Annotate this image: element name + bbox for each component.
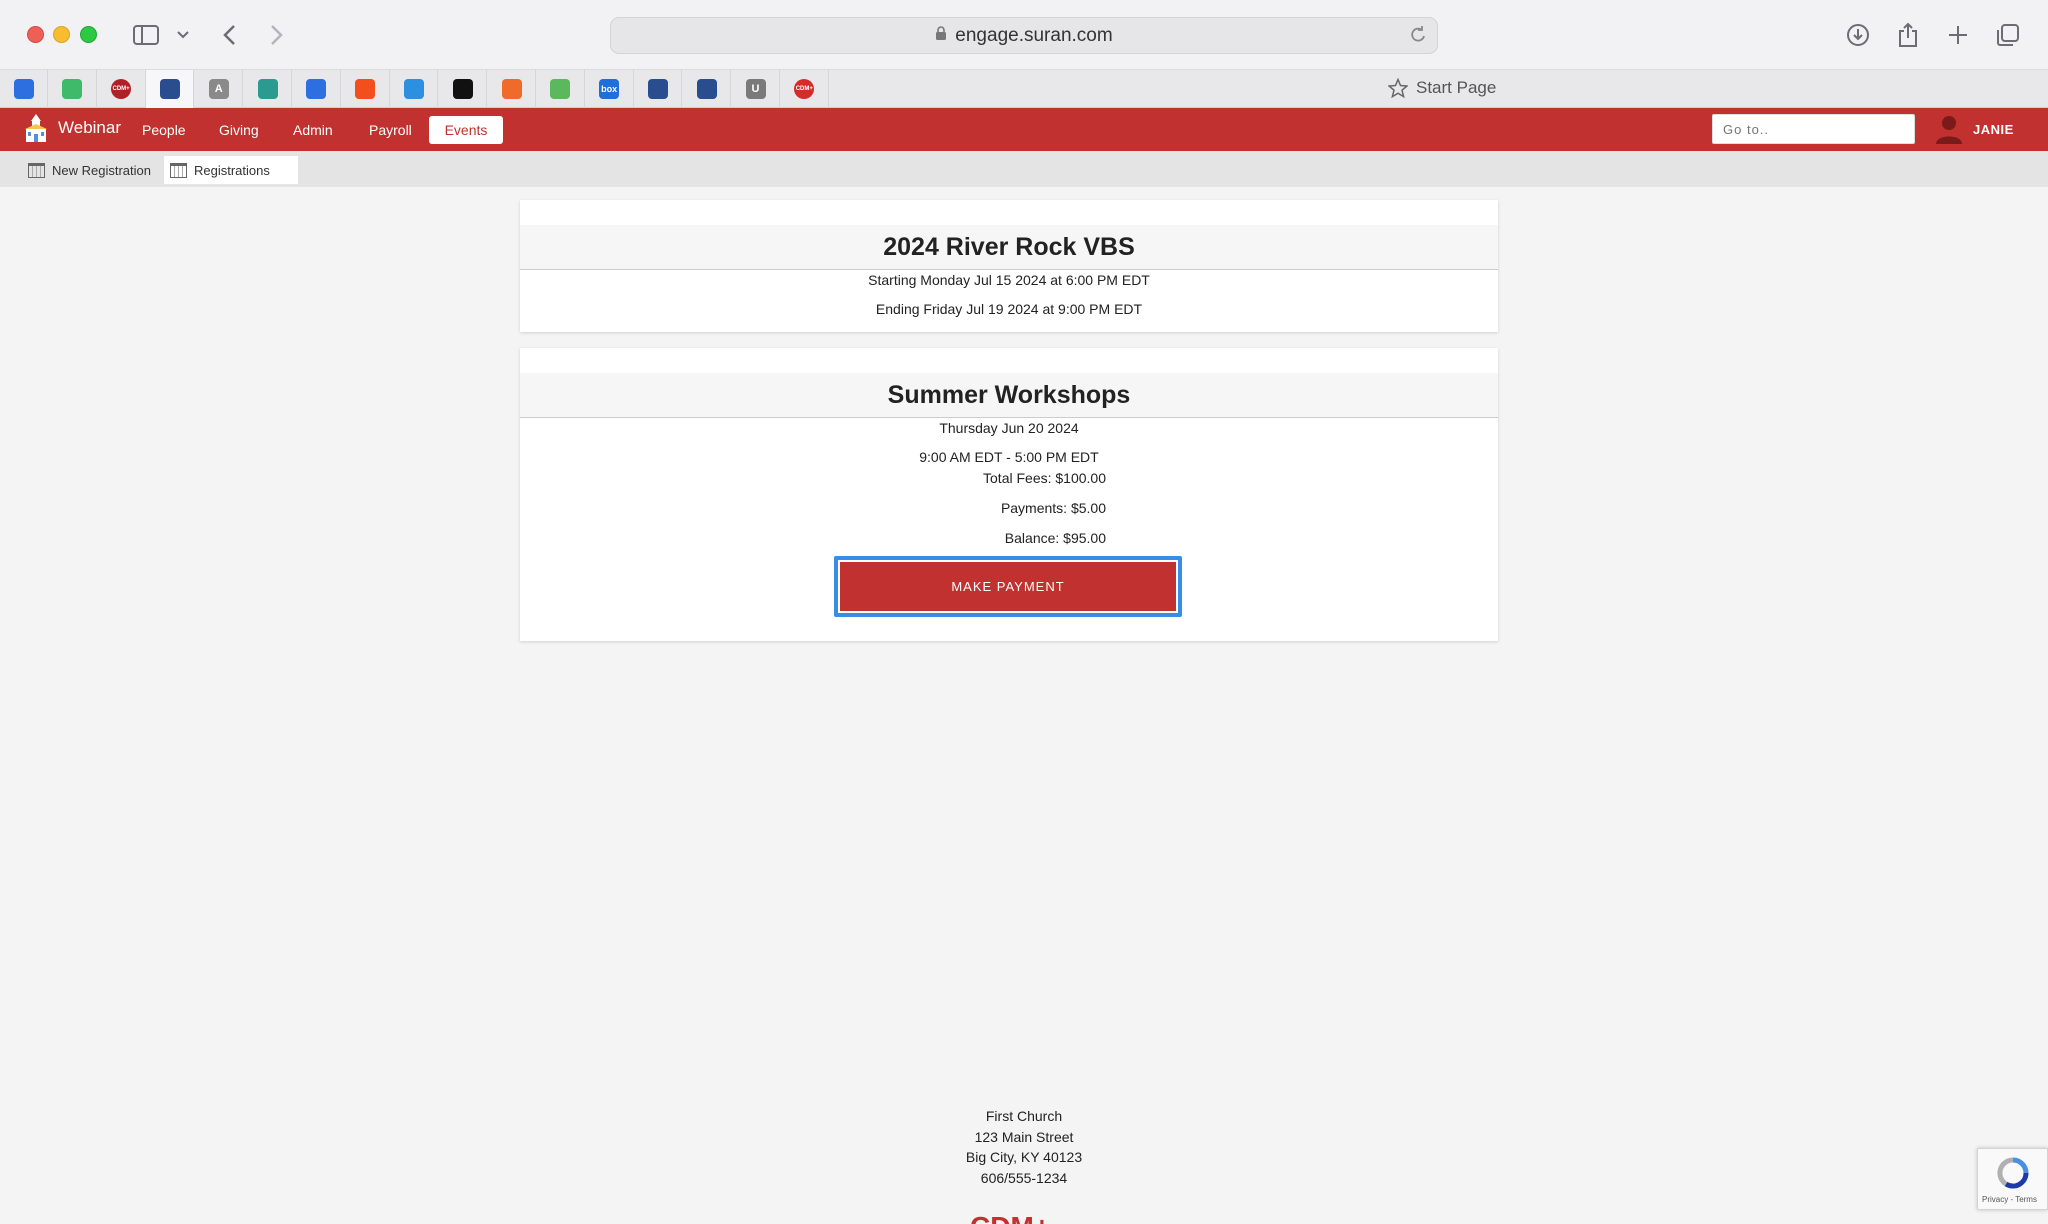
people-icon xyxy=(647,79,668,99)
nav-admin[interactable]: Admin xyxy=(281,116,345,144)
pinned-tab[interactable] xyxy=(342,70,390,108)
user-menu[interactable]: JANIE xyxy=(1935,114,2014,144)
goto-search-input[interactable] xyxy=(1712,114,1915,144)
calendar-icon xyxy=(28,162,45,178)
church-street: 123 Main Street xyxy=(974,1128,1074,1145)
address-bar[interactable]: engage.suran.com xyxy=(610,17,1438,54)
star-icon xyxy=(1388,78,1408,98)
registrations-link[interactable]: Registrations xyxy=(164,156,298,184)
event-date: Thursday Jun 20 2024 xyxy=(939,420,1079,436)
event-title: 2024 River Rock VBS xyxy=(520,225,1498,270)
sheets-icon xyxy=(62,79,83,99)
new-registration-label: New Registration xyxy=(52,162,151,178)
church-name: First Church xyxy=(985,1108,1063,1124)
recaptcha-links[interactable]: Privacy - Terms xyxy=(1982,1195,2037,1204)
nav-people[interactable]: People xyxy=(130,116,198,144)
make-payment-button[interactable]: MAKE PAYMENT xyxy=(834,556,1182,617)
cdm-icon: CDM+ xyxy=(794,79,815,99)
pinned-tabs-bar: CDM+ Abox U CDM+ Start Page xyxy=(0,70,2048,108)
brand-name: Webinar xyxy=(58,118,121,137)
start-page-label: Start Page xyxy=(1416,78,1497,97)
pinned-tab[interactable] xyxy=(293,70,341,108)
event-title: Summer Workshops xyxy=(520,373,1498,418)
cdm-icon: CDM+ xyxy=(111,79,132,99)
start-page-tab[interactable]: Start Page xyxy=(1388,78,1496,98)
sidebar-toggle-icon[interactable] xyxy=(130,20,162,50)
people-icon xyxy=(696,79,717,99)
browser-titlebar: engage.suran.com xyxy=(0,0,2048,70)
pinned-tab[interactable] xyxy=(49,70,97,108)
pinned-tab[interactable] xyxy=(0,70,48,108)
calendar-icon xyxy=(170,162,187,178)
url-text: engage.suran.com xyxy=(955,24,1113,46)
sub-nav-bar: New Registration Registrations xyxy=(0,151,2048,187)
pinned-tab[interactable] xyxy=(439,70,488,108)
new-tab-icon[interactable] xyxy=(1943,20,1973,50)
recaptcha-icon xyxy=(1997,1157,2029,1189)
recaptcha-badge[interactable]: Privacy - Terms xyxy=(1977,1148,2048,1210)
app-nav-bar: Webinar People Giving Admin Payroll Even… xyxy=(0,108,2048,151)
pinned-tab[interactable] xyxy=(390,70,439,108)
event-end: Ending Friday Jul 19 2024 at 9:00 PM EDT xyxy=(875,301,1143,317)
nav-events[interactable]: Events xyxy=(429,116,503,144)
nav-giving[interactable]: Giving xyxy=(207,116,271,144)
share-icon[interactable] xyxy=(1893,20,1923,50)
minimize-window-button[interactable] xyxy=(53,26,70,43)
box-icon: box xyxy=(599,79,620,99)
new-registration-link[interactable]: New Registration xyxy=(22,156,161,184)
pinned-tab[interactable] xyxy=(634,70,683,108)
reload-icon[interactable] xyxy=(1409,25,1427,51)
a-letter-icon: A xyxy=(208,79,229,99)
user-avatar-icon xyxy=(1936,116,1962,144)
cdm-logo: CDM+ xyxy=(970,1212,1070,1224)
pinned-tab[interactable]: CDM+ xyxy=(781,70,829,108)
lock-icon xyxy=(935,26,947,45)
church-city: Big City, KY 40123 xyxy=(965,1149,1083,1165)
event-start: Starting Monday Jul 15 2024 at 6:00 PM E… xyxy=(868,272,1150,288)
figma-icon xyxy=(355,79,376,99)
registrations-label: Registrations xyxy=(194,162,270,178)
event-time: 9:00 AM EDT - 5:00 PM EDT xyxy=(919,449,1099,465)
tab-overview-icon[interactable] xyxy=(1993,20,2023,50)
pinned-tab[interactable]: U xyxy=(732,70,780,108)
pinned-tab[interactable] xyxy=(244,70,292,108)
download-icon[interactable] xyxy=(1843,20,1873,50)
stripes-icon xyxy=(550,79,571,99)
pinned-tab[interactable] xyxy=(537,70,585,108)
balance: Balance: $95.00 xyxy=(1004,530,1106,546)
u-letter-icon: U xyxy=(745,79,766,99)
payments: Payments: $5.00 xyxy=(1000,500,1106,516)
church-phone: 606/555-1234 xyxy=(980,1169,1068,1186)
nav-payroll[interactable]: Payroll xyxy=(357,116,424,144)
chevron-down-icon[interactable] xyxy=(174,20,192,50)
jira-icon xyxy=(13,79,34,99)
pinned-tab[interactable]: A xyxy=(195,70,244,108)
pinned-tab[interactable] xyxy=(488,70,536,108)
pinned-tab[interactable] xyxy=(683,70,732,108)
church-logo-icon xyxy=(25,114,47,142)
pinned-tab[interactable]: CDM+ xyxy=(98,70,146,108)
cloud-icon xyxy=(257,79,278,99)
spotify-icon xyxy=(452,79,473,99)
church-address: First Church 123 Main Street Big City, K… xyxy=(0,1106,2048,1188)
zoom-window-button[interactable] xyxy=(80,26,97,43)
event-card-workshops: Summer Workshops Thursday Jun 20 2024 9:… xyxy=(520,348,1498,641)
total-fees: Total Fees: $100.00 xyxy=(983,470,1106,486)
people-icon xyxy=(159,79,180,99)
back-arrow-icon[interactable] xyxy=(218,20,240,50)
clock-icon xyxy=(501,79,522,99)
close-window-button[interactable] xyxy=(27,26,44,43)
event-card-vbs: 2024 River Rock VBS Starting Monday Jul … xyxy=(520,200,1498,332)
atlassian-icon xyxy=(403,79,424,99)
brand[interactable]: Webinar xyxy=(22,113,121,143)
forward-arrow-icon[interactable] xyxy=(266,20,288,50)
pinned-tab[interactable] xyxy=(146,70,195,108)
user-name: JANIE xyxy=(1973,121,2014,137)
jira-icon xyxy=(306,79,327,99)
pinned-tab[interactable]: box xyxy=(586,70,634,108)
